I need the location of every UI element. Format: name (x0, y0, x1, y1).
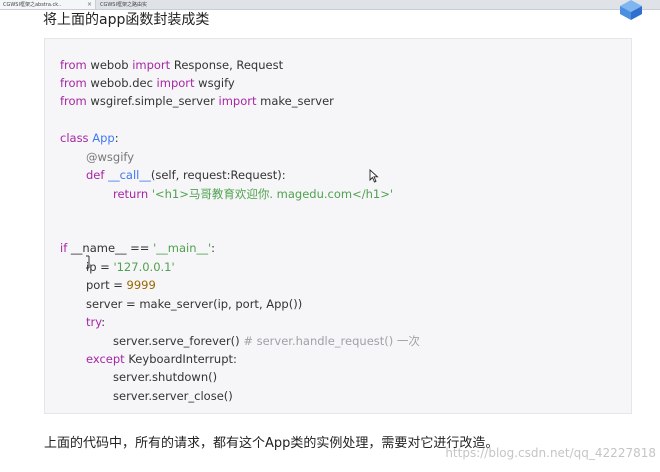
code-line: server.serve_forever() # server.handle_r… (113, 334, 420, 348)
tab-active[interactable]: CGWSI框架之abstra.ck.. × (0, 0, 96, 9)
section-heading: 将上面的app函数封装成类 (43, 12, 210, 28)
code-line: from wsgiref.simple_server import make_s… (60, 94, 334, 108)
logo-icon (620, 0, 642, 20)
code-line: return '<h1>马哥教育欢迎你. magedu.com</h1>' (113, 187, 394, 201)
code-line: @wsgify (86, 150, 135, 164)
code-block: from webob import Response, Request from… (44, 38, 632, 414)
code-line: from webob import Response, Request (60, 58, 284, 72)
code-line: ip = '127.0.0.1' (86, 260, 175, 274)
code-line: server = make_server(ip, port, App()) (86, 297, 303, 311)
code-line: port = 9999 (86, 278, 156, 292)
paragraph-text: 上面的代码中，所有的请求，都有这个App类的实例处理，需要对它进行改造。 (44, 436, 499, 451)
code-line: if __name__ == '__main__': (60, 241, 216, 255)
close-icon[interactable]: × (87, 0, 92, 9)
code-line: except KeyboardInterrupt: (86, 352, 237, 366)
watermark: https://blog.csdn.net/qq_42227818 (445, 446, 656, 460)
code-line: from webob.dec import wsgify (60, 76, 235, 90)
code-line: class App: (60, 131, 119, 145)
code-line: server.shutdown() (113, 370, 218, 384)
tab-label: CGWSI框架之abstra.ck.. (3, 2, 62, 8)
tab-inactive[interactable]: CGWSI框架之路由实 (97, 0, 189, 9)
code-line: try: (86, 315, 106, 329)
code-line: def __call__(self, request:Request): (86, 168, 286, 182)
tab-label: CGWSI框架之路由实 (100, 2, 147, 8)
text-cursor-icon (86, 255, 90, 269)
mouse-cursor-icon (369, 169, 379, 183)
code-line: server.server_close() (113, 389, 233, 403)
